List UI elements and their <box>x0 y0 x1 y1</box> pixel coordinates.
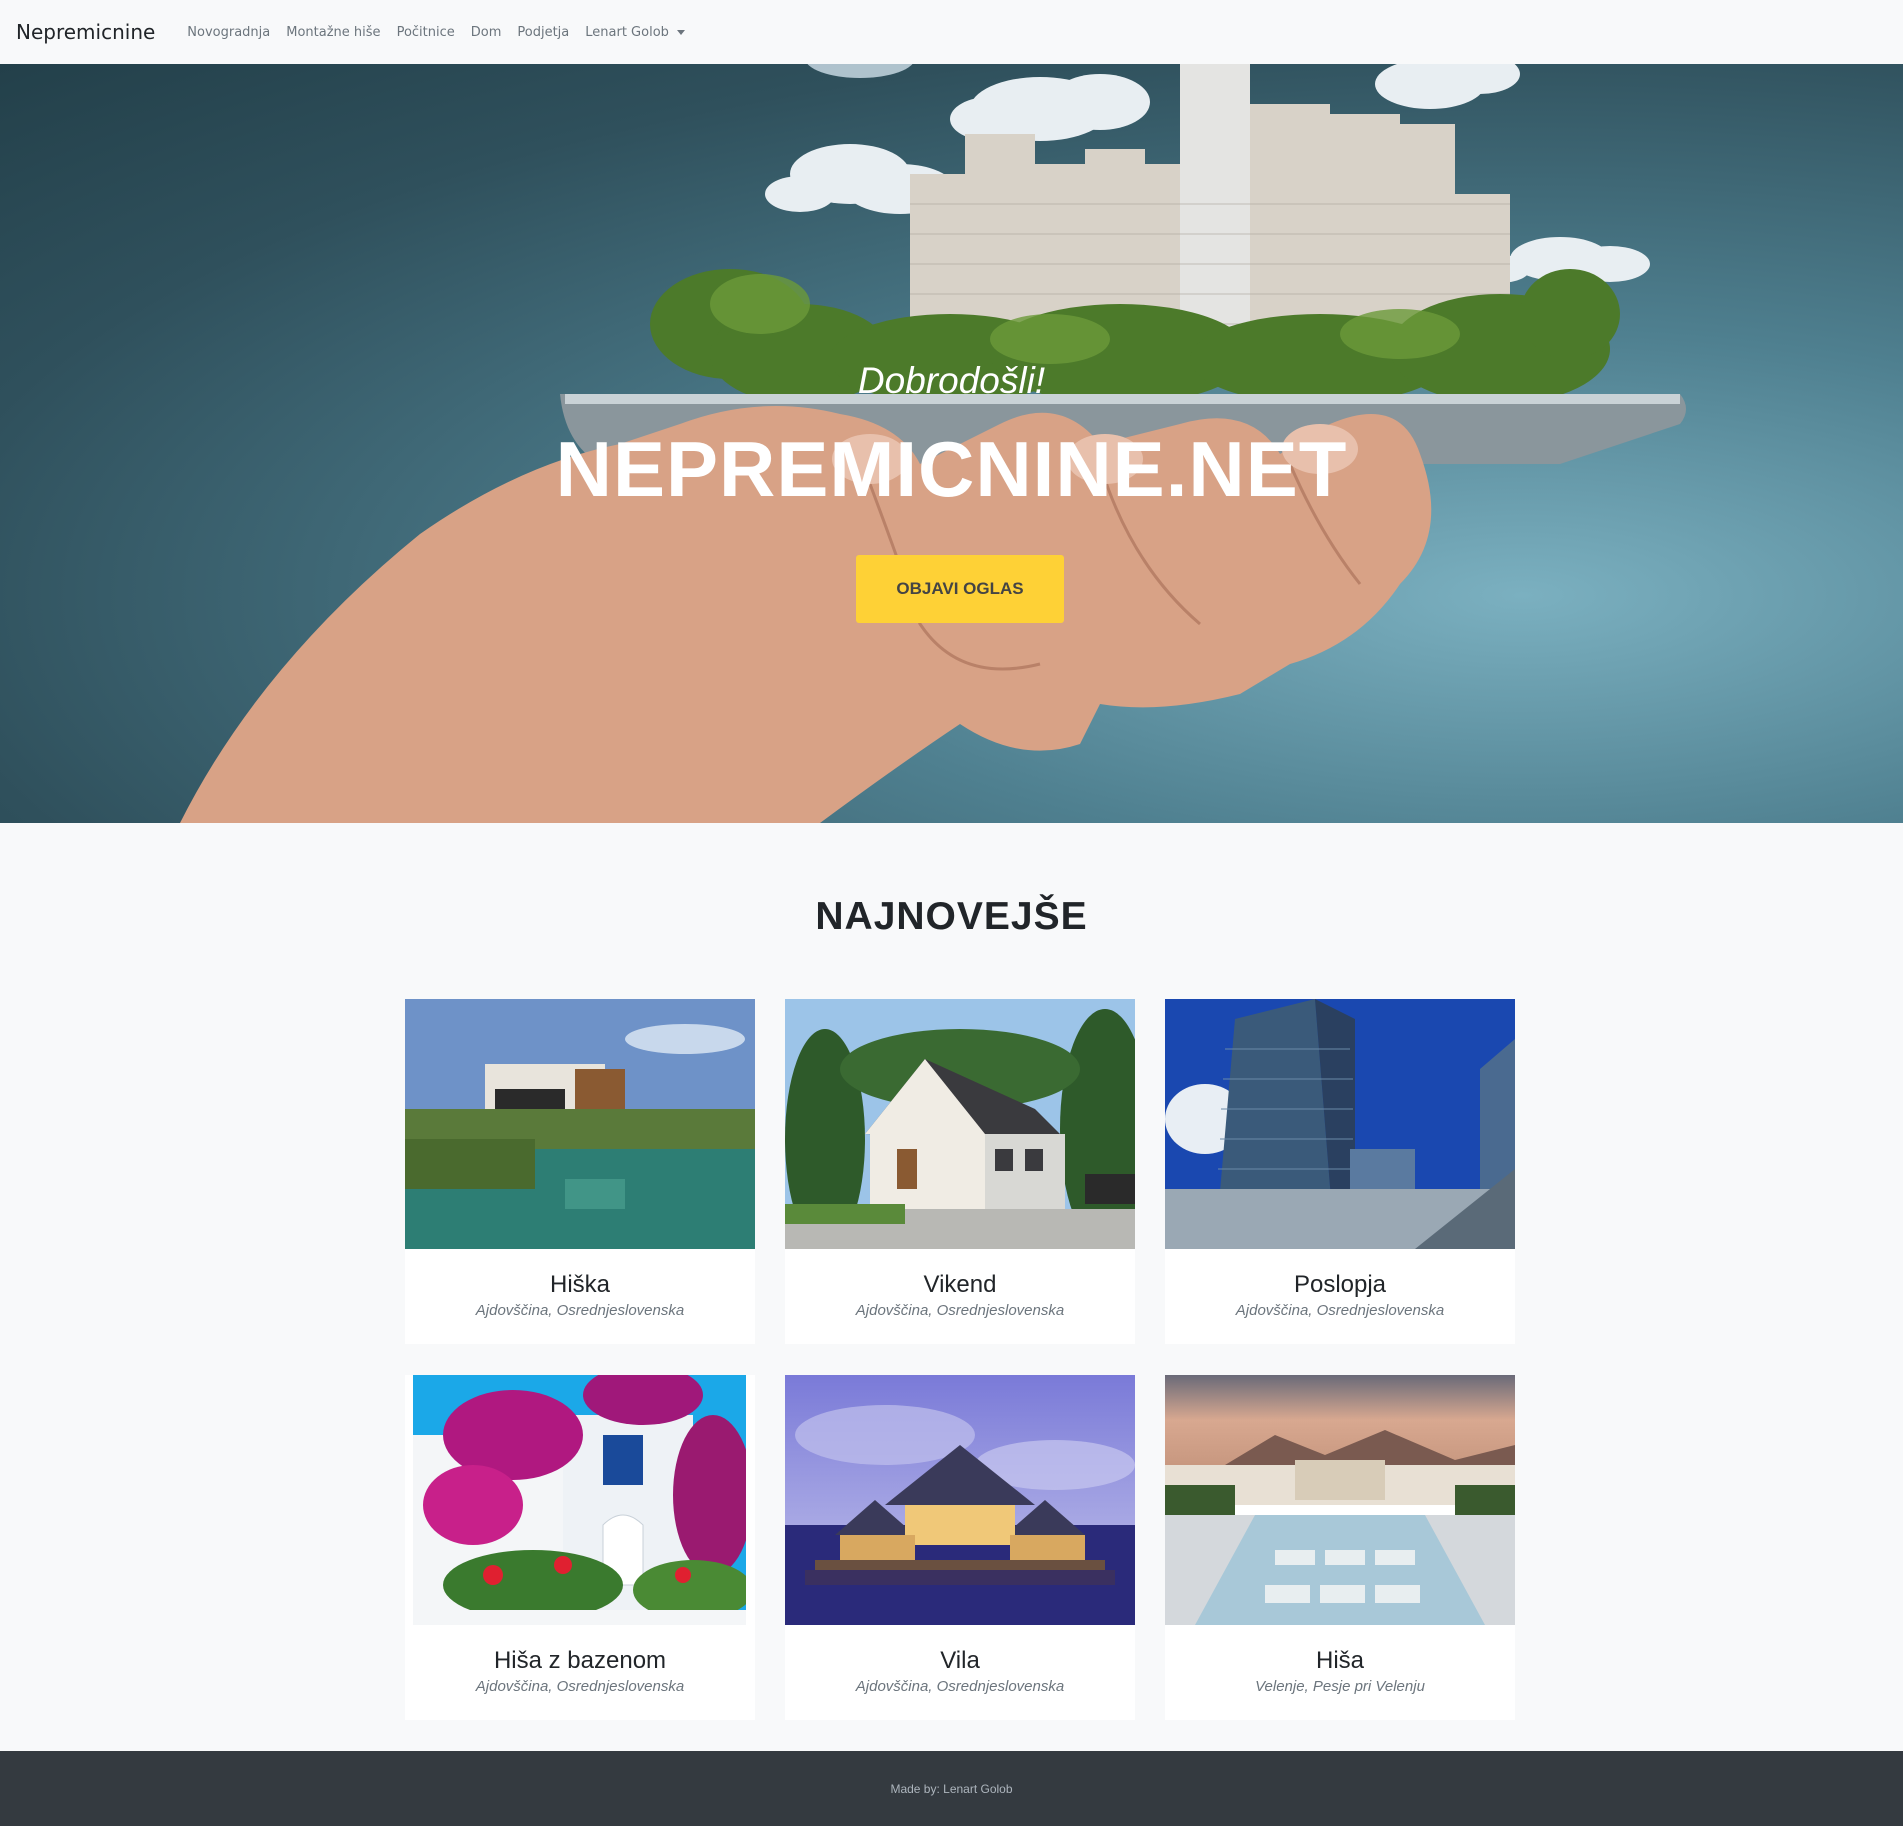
nav-item-pocitnice[interactable]: Počitnice <box>389 25 463 40</box>
user-name: Lenart Golob <box>585 24 669 40</box>
post-ad-button[interactable]: OBJAVI OGLAS <box>856 555 1064 623</box>
listing-location: Ajdovščina, Osrednjeslovenska <box>855 1678 1065 1695</box>
footer-credit: Made by: Lenart Golob <box>890 1781 1013 1796</box>
brand-link[interactable]: Nepremicnine <box>16 20 155 44</box>
listing-title: Hiša <box>1315 1647 1364 1674</box>
listing-location: Ajdovščina, Osrednjeslovenska <box>475 1302 685 1319</box>
footer: Made by: Lenart Golob <box>0 1751 1903 1826</box>
nav-item-podjetja[interactable]: Podjetja <box>509 25 577 40</box>
listing-image[interactable] <box>785 1375 1135 1625</box>
listing-card[interactable]: Hiša z bazenom Ajdovščina, Osrednjeslove… <box>405 1375 755 1720</box>
listing-title: Vikend <box>923 1271 997 1298</box>
user-menu-dropdown[interactable]: Lenart Golob <box>577 25 693 40</box>
listing-image[interactable] <box>405 999 755 1249</box>
listing-card[interactable]: Poslopja Ajdovščina, Osrednjeslovenska <box>1165 999 1515 1344</box>
listing-title: Vila <box>940 1647 980 1674</box>
listing-title: Hiška <box>549 1271 610 1298</box>
section-title: NAJNOVEJŠE <box>815 895 1088 938</box>
listing-image[interactable] <box>413 1375 746 1625</box>
listing-location: Ajdovščina, Osrednjeslovenska <box>855 1302 1065 1319</box>
hero-title: NEPREMICNINE.NET <box>555 425 1348 513</box>
nav-item-novogradnja[interactable]: Novogradnja <box>179 25 278 40</box>
hero-banner: Dobrodošli! NEPREMICNINE.NET OBJAVI OGLA… <box>0 64 1903 823</box>
listing-title: Poslopja <box>1293 1271 1387 1298</box>
listing-card[interactable]: Hiška Ajdovščina, Osrednjeslovenska <box>405 999 755 1344</box>
listing-card[interactable]: Hiša Velenje, Pesje pri Velenju <box>1165 1375 1515 1720</box>
listing-card[interactable]: Vila Ajdovščina, Osrednjeslovenska <box>785 1375 1135 1720</box>
listing-card[interactable]: Vikend Ajdovščina, Osrednjeslovenska <box>785 999 1135 1344</box>
listing-title: Hiša z bazenom <box>493 1647 667 1674</box>
caret-down-icon <box>676 29 685 35</box>
listing-location: Ajdovščina, Osrednjeslovenska <box>475 1678 685 1695</box>
listing-image[interactable] <box>1165 1375 1515 1625</box>
navbar: Nepremicnine Novogradnja Montažne hiše P… <box>0 0 1903 64</box>
listing-image[interactable] <box>785 999 1135 1249</box>
nav-item-dom[interactable]: Dom <box>463 25 510 40</box>
listing-location: Velenje, Pesje pri Velenju <box>1255 1678 1425 1695</box>
hero-subtitle: Dobrodošli! <box>857 360 1046 401</box>
listing-image[interactable] <box>1165 999 1515 1249</box>
nav-item-montazne-hise[interactable]: Montažne hiše <box>278 25 388 40</box>
listing-location: Ajdovščina, Osrednjeslovenska <box>1235 1302 1445 1319</box>
